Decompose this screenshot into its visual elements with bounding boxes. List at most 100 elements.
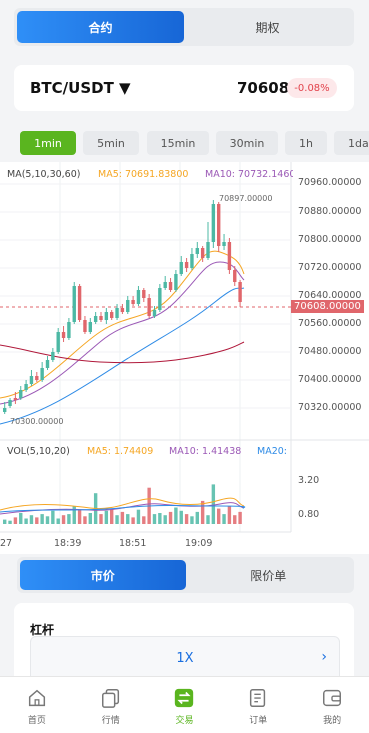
volume-bar bbox=[174, 507, 178, 524]
tab-options[interactable]: 期权 bbox=[184, 11, 351, 43]
trade-icon bbox=[175, 688, 194, 708]
time-axis-3: 19:09 bbox=[185, 538, 213, 549]
price-axis-5: 70560.00000 bbox=[298, 318, 362, 329]
candle-body bbox=[233, 270, 237, 282]
candle-body bbox=[163, 282, 167, 288]
tab-market-order[interactable]: 市价 bbox=[20, 560, 186, 590]
candle-body bbox=[126, 300, 130, 312]
volume-bar bbox=[13, 517, 18, 524]
volume-bar bbox=[222, 514, 226, 524]
time-axis-0: 27 bbox=[0, 538, 13, 549]
candle-body bbox=[56, 332, 60, 352]
candle-body bbox=[174, 274, 178, 290]
candle-body bbox=[61, 332, 66, 338]
high-price-label: 70897.00000 bbox=[219, 194, 273, 203]
volume-bar bbox=[29, 515, 34, 524]
nav-orders[interactable]: 订单 bbox=[221, 677, 295, 733]
volume-bar bbox=[200, 500, 205, 524]
candle-body bbox=[115, 308, 119, 318]
candle-body bbox=[222, 242, 226, 246]
candle-body bbox=[67, 322, 71, 338]
candle-body bbox=[99, 316, 103, 320]
volume-bar bbox=[120, 511, 125, 524]
candle-body bbox=[200, 248, 205, 258]
price-axis-1: 70880.00000 bbox=[298, 206, 362, 217]
orders-icon bbox=[250, 689, 266, 707]
volume-bar bbox=[35, 517, 39, 524]
change-badge: -0.08% bbox=[287, 78, 337, 98]
candle-body bbox=[131, 300, 135, 304]
nav-market-label: 行情 bbox=[101, 716, 120, 726]
current-price-tag: 70608.00000 bbox=[291, 300, 364, 313]
volume-bar bbox=[99, 514, 103, 524]
ma5-label: MA5: 70691.83800 bbox=[98, 169, 189, 180]
volume-bar bbox=[19, 513, 23, 524]
kline-svg[interactable] bbox=[0, 162, 369, 554]
ma-label: MA(5,10,30,60) bbox=[7, 169, 81, 180]
nav-market[interactable]: 行情 bbox=[74, 677, 148, 733]
vol-ma20-label: MA20: bbox=[257, 446, 287, 457]
candle-body bbox=[8, 400, 12, 406]
tab-contract[interactable]: 合约 bbox=[17, 11, 184, 43]
timeframe-5min[interactable]: 5min bbox=[83, 131, 139, 155]
candle-body bbox=[206, 242, 210, 258]
vol-axis-0: 3.20 bbox=[298, 475, 320, 486]
nav-mine-label: 我的 bbox=[323, 716, 342, 726]
leverage-value: 1X bbox=[176, 651, 194, 666]
kline-chart[interactable]: MA(5,10,30,60) MA5: 70691.83800 MA10: 70… bbox=[0, 162, 369, 554]
pair-selector[interactable]: BTC/USDT ▼ bbox=[30, 79, 131, 97]
candle-body bbox=[142, 290, 146, 298]
candle-body bbox=[190, 254, 194, 268]
candle-body bbox=[51, 352, 55, 360]
volume-bar bbox=[190, 516, 194, 524]
price-axis-8: 70320.00000 bbox=[298, 402, 362, 413]
volume-bar bbox=[142, 516, 146, 524]
time-axis-1: 18:39 bbox=[54, 538, 82, 549]
timeframe-1h[interactable]: 1h bbox=[285, 131, 327, 155]
vol-axis-1: 0.80 bbox=[298, 509, 320, 520]
candle-body bbox=[184, 262, 189, 268]
candle-body bbox=[227, 242, 232, 270]
candle-body bbox=[168, 282, 173, 290]
candle-body bbox=[83, 320, 87, 332]
vol-label: VOL(5,10,20) bbox=[7, 446, 70, 457]
vol-ma5-label: MA5: 1.74409 bbox=[87, 446, 154, 457]
last-price: 70608 bbox=[237, 79, 290, 97]
volume-bar bbox=[51, 510, 55, 524]
nav-trade[interactable]: 交易 bbox=[148, 677, 222, 733]
volume-bar bbox=[168, 511, 173, 524]
volume-bar bbox=[195, 511, 199, 524]
vol-ma10-label: MA10: 1.41438 bbox=[169, 446, 242, 457]
nav-home[interactable]: 首页 bbox=[0, 677, 74, 733]
nav-trade-label: 交易 bbox=[175, 716, 194, 726]
order-type-switch: 市价 限价单 bbox=[17, 557, 354, 593]
timeframe-30min[interactable]: 30min bbox=[216, 131, 278, 155]
timeframe-1min[interactable]: 1min bbox=[20, 131, 76, 155]
candle-body bbox=[13, 398, 18, 400]
volume-bar bbox=[217, 508, 221, 524]
timeframe-1day[interactable]: 1da bbox=[334, 131, 369, 155]
candle-body bbox=[35, 376, 39, 380]
wallet-icon bbox=[323, 689, 342, 707]
ma10-label: MA10: 70732.1460 bbox=[205, 169, 293, 180]
tab-limit-order[interactable]: 限价单 bbox=[186, 560, 352, 590]
volume-bar bbox=[136, 509, 141, 524]
candle-body bbox=[88, 322, 92, 332]
volume-bar bbox=[56, 518, 60, 524]
volume-bar bbox=[83, 516, 87, 524]
volume-bar bbox=[104, 510, 109, 524]
candle-body bbox=[158, 288, 162, 310]
time-axis-2: 18:51 bbox=[119, 538, 147, 549]
volume-bar bbox=[206, 515, 210, 524]
candle-body bbox=[77, 286, 82, 320]
candle-body bbox=[152, 310, 157, 316]
candle-body bbox=[179, 262, 183, 274]
candle-body bbox=[24, 384, 28, 390]
volume-bar bbox=[126, 514, 130, 524]
timeframe-15min[interactable]: 15min bbox=[147, 131, 209, 155]
candle-body bbox=[147, 298, 151, 316]
candle-body bbox=[3, 408, 7, 412]
nav-mine[interactable]: 我的 bbox=[295, 677, 369, 733]
candle-body bbox=[110, 312, 114, 318]
nav-orders-label: 订单 bbox=[249, 716, 268, 726]
